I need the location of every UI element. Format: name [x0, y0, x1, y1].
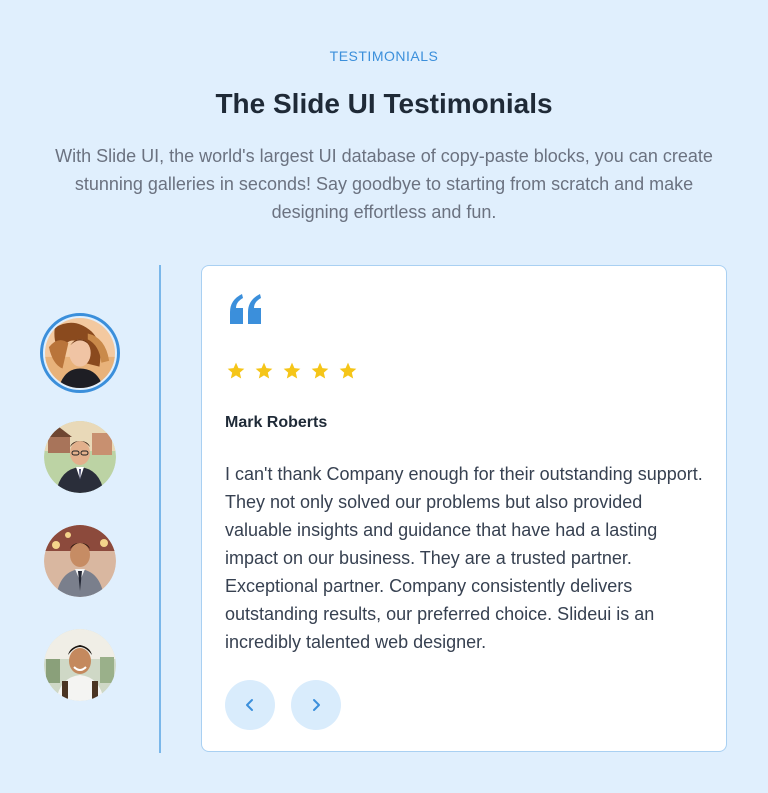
- testimonial-text: I can't thank Company enough for their o…: [225, 464, 703, 652]
- avatar-man-smiling[interactable]: [44, 629, 116, 701]
- star-icon: [310, 361, 330, 381]
- page-title: The Slide UI Testimonials: [215, 88, 553, 119]
- next-button[interactable]: [291, 680, 341, 730]
- avatar-list: [0, 265, 160, 753]
- section-eyebrow: TESTIMONIALS: [329, 48, 439, 64]
- rating-stars: [226, 361, 358, 381]
- avatar-woman[interactable]: [40, 313, 120, 393]
- testimonial-card: Mark Roberts I can't thank Company enoug…: [201, 265, 727, 752]
- star-icon: [338, 361, 358, 381]
- avatar-man-suit[interactable]: [44, 421, 116, 493]
- page-subtitle: With Slide UI, the world's largest UI da…: [55, 146, 713, 222]
- avatar-man-tie[interactable]: [44, 525, 116, 597]
- avatar-woman-icon: [45, 318, 115, 388]
- reviewer-name: Mark Roberts: [225, 414, 328, 431]
- star-icon: [282, 361, 302, 381]
- avatar-man-smiling-icon: [44, 629, 116, 701]
- avatar-man-suit-icon: [44, 421, 116, 493]
- avatar-man-tie-icon: [44, 525, 116, 597]
- vertical-divider: [159, 265, 161, 753]
- chevron-right-icon: [313, 699, 320, 711]
- star-icon: [226, 361, 246, 381]
- previous-button[interactable]: [225, 680, 275, 730]
- star-icon: [254, 361, 274, 381]
- quote-icon: [230, 294, 261, 324]
- chevron-left-icon: [246, 699, 253, 711]
